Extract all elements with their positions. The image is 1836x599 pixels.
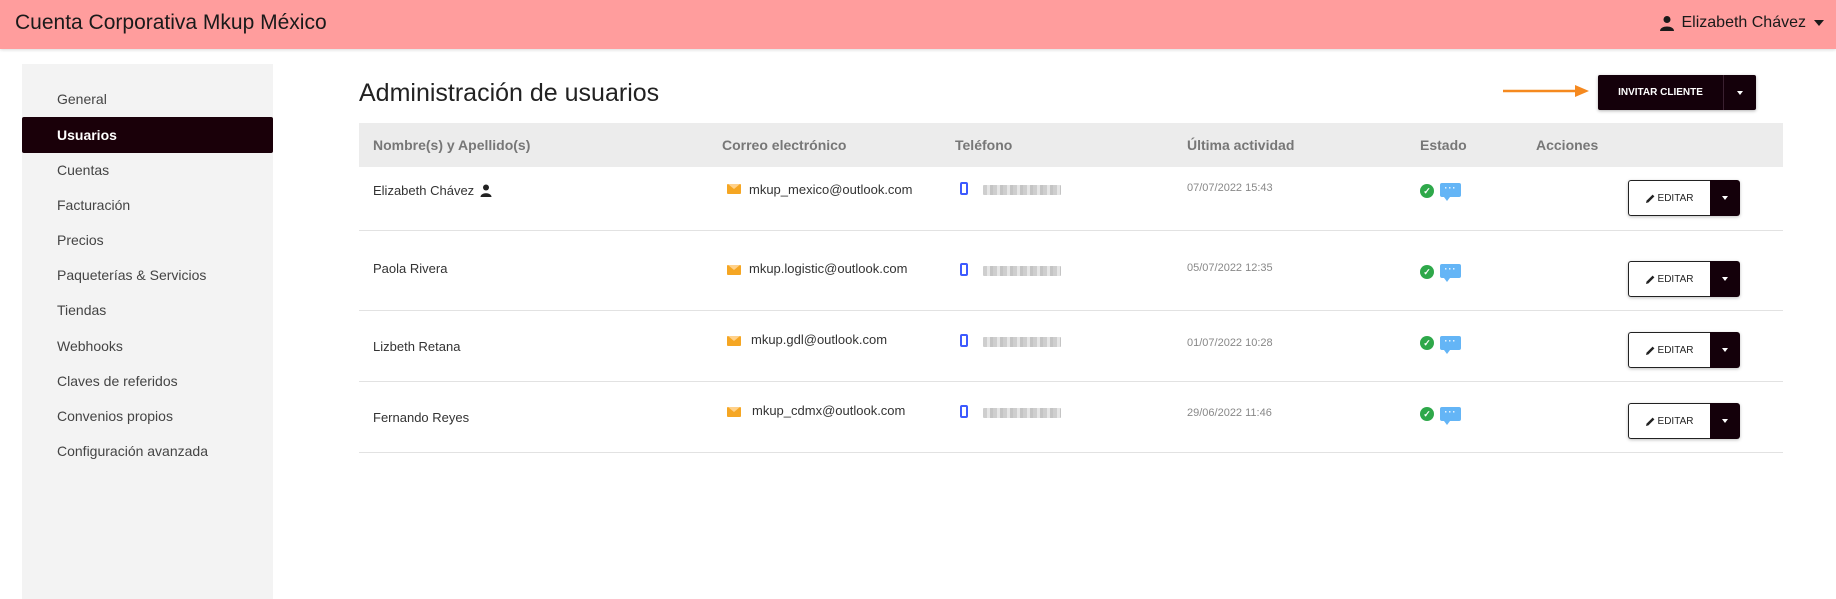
- person-icon: [1660, 16, 1675, 31]
- sidebar-item-paqueterias[interactable]: Paqueterías & Servicios: [22, 257, 273, 293]
- invite-client-label: INVITAR CLIENTE: [1618, 87, 1703, 98]
- table-row: Paola Rivera mkup.logistic@outlook.com 0…: [359, 231, 1783, 311]
- smartphone-icon: [960, 182, 968, 195]
- check-circle-icon: ✓: [1420, 265, 1434, 279]
- column-header-status[interactable]: Estado: [1420, 137, 1467, 153]
- chat-bubble-icon[interactable]: ···: [1440, 183, 1461, 201]
- edit-action[interactable]: EDITAR: [1628, 180, 1710, 216]
- phone-number-redacted: [983, 408, 1061, 418]
- invite-dropdown-toggle[interactable]: [1723, 75, 1756, 110]
- edit-label: EDITAR: [1657, 192, 1694, 204]
- app-title: Cuenta Corporativa Mkup México: [15, 11, 327, 34]
- user-name: Elizabeth Chávez: [1681, 14, 1806, 31]
- edit-action[interactable]: EDITAR: [1628, 261, 1710, 297]
- sidebar-item-precios[interactable]: Precios: [22, 222, 273, 258]
- chat-bubble-icon[interactable]: ···: [1440, 336, 1461, 354]
- user-name-cell: Elizabeth Chávez: [373, 183, 475, 198]
- user-name-cell: Fernando Reyes: [373, 410, 470, 425]
- sidebar-item-usuarios[interactable]: Usuarios: [22, 117, 273, 153]
- edit-user-button[interactable]: EDITAR: [1628, 403, 1740, 439]
- table-row: Lizbeth Retana mkup.gdl@outlook.com 01/0…: [359, 311, 1783, 382]
- edit-dropdown-toggle[interactable]: [1710, 403, 1740, 439]
- phone-number-redacted: [983, 266, 1061, 276]
- smartphone-icon: [960, 405, 968, 418]
- sidebar-item-convenios[interactable]: Convenios propios: [22, 398, 273, 434]
- column-header-actions: Acciones: [1536, 137, 1599, 153]
- edit-dropdown-toggle[interactable]: [1710, 332, 1740, 368]
- top-bar: Cuenta Corporativa Mkup México Elizabeth…: [0, 0, 1836, 49]
- pencil-icon: [1645, 346, 1654, 355]
- user-name-cell: Paola Rivera: [373, 261, 448, 276]
- chevron-down-icon: [1722, 348, 1728, 352]
- column-header-email[interactable]: Correo electrónico: [722, 137, 846, 153]
- check-circle-icon: ✓: [1420, 336, 1434, 350]
- edit-label: EDITAR: [1657, 415, 1694, 427]
- table-header: Nombre(s) y Apellido(s) Correo electróni…: [359, 123, 1783, 167]
- edit-user-button[interactable]: EDITAR: [1628, 180, 1740, 216]
- column-header-last-activity[interactable]: Última actividad: [1187, 137, 1294, 153]
- sidebar-item-webhooks[interactable]: Webhooks: [22, 328, 273, 364]
- check-circle-icon: ✓: [1420, 407, 1434, 421]
- last-activity-cell: 29/06/2022 11:46: [1187, 407, 1272, 419]
- sidebar-item-facturacion[interactable]: Facturación: [22, 187, 273, 223]
- phone-number-redacted: [983, 185, 1061, 195]
- column-header-name[interactable]: Nombre(s) y Apellido(s): [373, 137, 530, 153]
- user-name-cell: Lizbeth Retana: [373, 339, 461, 354]
- sidebar-item-claves-referidos[interactable]: Claves de referidos: [22, 363, 273, 399]
- chevron-down-icon: [1737, 90, 1743, 95]
- smartphone-icon: [960, 334, 968, 347]
- column-header-phone[interactable]: Teléfono: [955, 137, 1012, 153]
- chevron-down-icon: [1722, 419, 1728, 423]
- envelope-icon: [727, 265, 741, 275]
- invite-client-button[interactable]: INVITAR CLIENTE: [1598, 75, 1756, 110]
- email-cell: mkup.logistic@outlook.com: [749, 261, 908, 276]
- chevron-down-icon: [1722, 277, 1728, 281]
- edit-user-button[interactable]: EDITAR: [1628, 332, 1740, 368]
- edit-label: EDITAR: [1657, 344, 1694, 356]
- email-cell: mkup_mexico@outlook.com: [749, 182, 913, 197]
- sidebar-item-configuracion[interactable]: Configuración avanzada: [22, 433, 273, 469]
- user-menu[interactable]: Elizabeth Chávez: [1659, 14, 1824, 32]
- owner-person-icon: [480, 184, 492, 197]
- last-activity-cell: 05/07/2022 12:35: [1187, 262, 1273, 274]
- envelope-icon: [727, 407, 741, 417]
- chat-bubble-icon[interactable]: ···: [1440, 264, 1461, 282]
- pencil-icon: [1645, 417, 1654, 426]
- sidebar-item-tiendas[interactable]: Tiendas: [22, 292, 273, 328]
- edit-label: EDITAR: [1657, 273, 1694, 285]
- check-circle-icon: ✓: [1420, 184, 1434, 198]
- envelope-icon: [727, 184, 741, 194]
- sidebar-item-general[interactable]: General: [22, 81, 273, 117]
- table-row: Elizabeth Chávez mkup_mexico@outlook.com…: [359, 167, 1783, 231]
- edit-dropdown-toggle[interactable]: [1710, 261, 1740, 297]
- smartphone-icon: [960, 263, 968, 276]
- last-activity-cell: 07/07/2022 15:43: [1187, 182, 1273, 194]
- table-row: Fernando Reyes mkup_cdmx@outlook.com 29/…: [359, 382, 1783, 453]
- phone-number-redacted: [983, 337, 1061, 347]
- edit-dropdown-toggle[interactable]: [1710, 180, 1740, 216]
- page-title: Administración de usuarios: [359, 79, 660, 107]
- email-cell: mkup_cdmx@outlook.com: [752, 403, 906, 418]
- chevron-down-icon: [1814, 20, 1824, 26]
- sidebar-item-cuentas[interactable]: Cuentas: [22, 152, 273, 188]
- envelope-icon: [727, 336, 741, 346]
- edit-action[interactable]: EDITAR: [1628, 403, 1710, 439]
- pencil-icon: [1645, 275, 1654, 284]
- arrow-icon: [1503, 85, 1589, 97]
- chevron-down-icon: [1722, 196, 1728, 200]
- last-activity-cell: 01/07/2022 10:28: [1187, 337, 1273, 349]
- email-cell: mkup.gdl@outlook.com: [751, 332, 888, 347]
- edit-user-button[interactable]: EDITAR: [1628, 261, 1740, 297]
- edit-action[interactable]: EDITAR: [1628, 332, 1710, 368]
- sidebar: General Usuarios Cuentas Facturación Pre…: [22, 64, 273, 599]
- pencil-icon: [1645, 194, 1654, 203]
- chat-bubble-icon[interactable]: ···: [1440, 407, 1461, 425]
